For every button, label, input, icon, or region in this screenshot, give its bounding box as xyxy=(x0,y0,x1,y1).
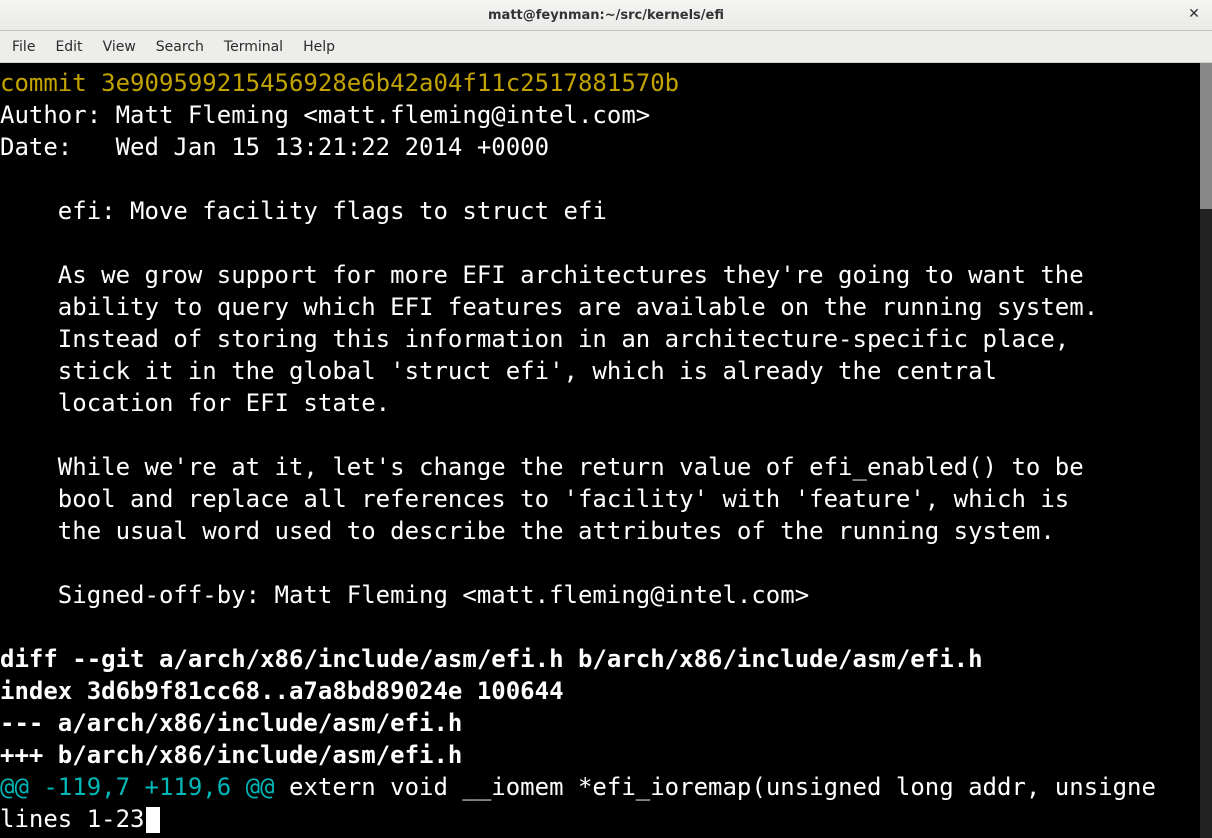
author-line: Author: Matt Fleming <matt.fleming@intel… xyxy=(0,101,650,129)
commit-body-line: efi: Move facility flags to struct efi xyxy=(0,197,607,225)
commit-line: commit 3e909599215456928e6b42a04f11c2517… xyxy=(0,69,679,97)
close-icon[interactable]: ✕ xyxy=(1184,4,1204,24)
menu-search[interactable]: Search xyxy=(146,34,214,60)
menu-help[interactable]: Help xyxy=(293,34,345,60)
diff-hunk-prefix: @@ -119,7 +119,6 @@ xyxy=(0,773,275,801)
commit-body-line: stick it in the global 'struct efi', whi… xyxy=(0,357,997,385)
terminal-output[interactable]: commit 3e909599215456928e6b42a04f11c2517… xyxy=(0,63,1200,838)
terminal-scrollbar[interactable] xyxy=(1200,63,1212,838)
scrollbar-thumb[interactable] xyxy=(1200,63,1212,209)
menu-edit[interactable]: Edit xyxy=(45,34,92,60)
menu-file[interactable]: File xyxy=(2,34,45,60)
commit-body-line: the usual word used to describe the attr… xyxy=(0,517,1055,545)
pager-status: lines 1-23 xyxy=(0,805,145,833)
commit-body-line: While we're at it, let's change the retu… xyxy=(0,453,1084,481)
commit-body-line: ability to query which EFI features are … xyxy=(0,293,1098,321)
diff-header-line: index 3d6b9f81cc68..a7a8bd89024e 100644 xyxy=(0,677,564,705)
commit-body-line: Signed-off-by: Matt Fleming <matt.flemin… xyxy=(0,581,809,609)
window-title: matt@feynman:~/src/kernels/efi xyxy=(0,8,1212,23)
diff-header-line: +++ b/arch/x86/include/asm/efi.h xyxy=(0,741,462,769)
commit-body-line: Instead of storing this information in a… xyxy=(0,325,1069,353)
commit-body-line: bool and replace all references to 'faci… xyxy=(0,485,1069,513)
diff-header-line: --- a/arch/x86/include/asm/efi.h xyxy=(0,709,462,737)
menu-view[interactable]: View xyxy=(93,34,146,60)
window-titlebar: matt@feynman:~/src/kernels/efi ✕ xyxy=(0,0,1212,31)
terminal-area: commit 3e909599215456928e6b42a04f11c2517… xyxy=(0,63,1212,838)
date-line: Date: Wed Jan 15 13:21:22 2014 +0000 xyxy=(0,133,549,161)
menubar: File Edit View Search Terminal Help xyxy=(0,31,1212,63)
cursor-block-icon xyxy=(146,807,160,833)
menu-terminal[interactable]: Terminal xyxy=(214,34,293,60)
diff-header-line: diff --git a/arch/x86/include/asm/efi.h … xyxy=(0,645,983,673)
commit-body-line: As we grow support for more EFI architec… xyxy=(0,261,1084,289)
diff-hunk-rest: extern void __iomem *efi_ioremap(unsigne… xyxy=(275,773,1156,801)
commit-body-line: location for EFI state. xyxy=(0,389,390,417)
